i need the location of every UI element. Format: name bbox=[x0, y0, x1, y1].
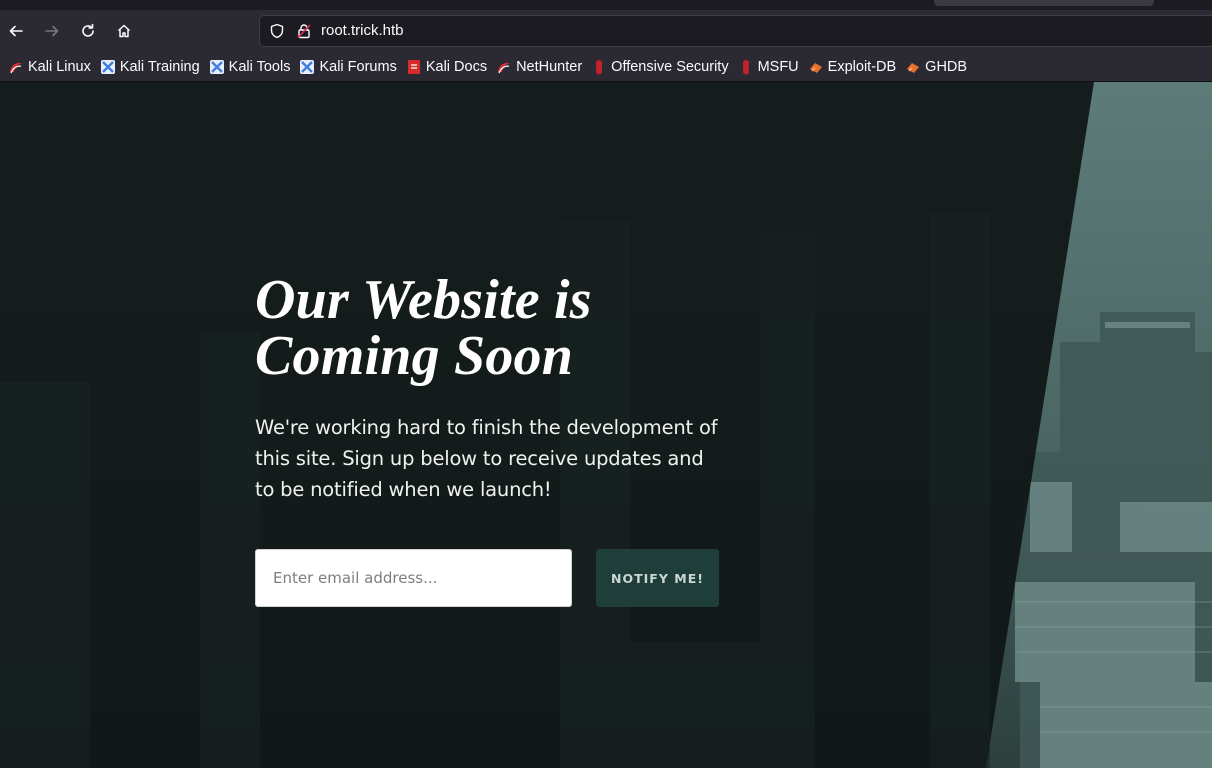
back-button[interactable] bbox=[1, 16, 31, 46]
bookmark-label: MSFU bbox=[757, 58, 799, 75]
email-input[interactable] bbox=[255, 549, 572, 607]
bookmark-exploit-db[interactable]: Exploit-DB bbox=[804, 55, 901, 79]
bookmark-kali-tools[interactable]: Kali Tools bbox=[205, 55, 295, 79]
url-bar[interactable]: root.trick.htb bbox=[259, 15, 1212, 47]
bookmark-label: Kali Tools bbox=[228, 58, 291, 75]
lock-warning-icon[interactable] bbox=[296, 23, 312, 39]
browser-toolbar: root.trick.htb bbox=[0, 10, 1212, 52]
arrow-right-icon bbox=[45, 25, 59, 37]
bookmark-label: Kali Training bbox=[119, 58, 200, 75]
kali-training-icon bbox=[100, 59, 116, 75]
bookmark-offensive-security[interactable]: Offensive Security bbox=[587, 55, 732, 79]
url-text[interactable]: root.trick.htb bbox=[321, 22, 404, 40]
ghdb-icon bbox=[905, 59, 921, 75]
hero-description: We're working hard to finish the develop… bbox=[255, 416, 718, 501]
page-title: Our Website is Coming Soon bbox=[255, 272, 735, 384]
arrow-left-icon bbox=[9, 25, 23, 37]
bookmark-label: Offensive Security bbox=[611, 58, 729, 75]
home-icon bbox=[117, 24, 131, 38]
offsec-icon bbox=[591, 59, 607, 75]
bookmark-nethunter[interactable]: NetHunter bbox=[492, 55, 586, 79]
bookmark-msfu[interactable]: MSFU bbox=[734, 55, 803, 79]
bookmark-kali-training[interactable]: Kali Training bbox=[96, 55, 204, 79]
shield-icon[interactable] bbox=[269, 23, 285, 39]
tab-strip bbox=[0, 0, 1212, 10]
kali-tools-icon bbox=[209, 59, 225, 75]
bookmark-kali-docs[interactable]: Kali Docs bbox=[402, 55, 491, 79]
tab-strip-edge bbox=[934, 0, 1154, 6]
nethunter-icon bbox=[496, 59, 512, 75]
forward-button[interactable] bbox=[37, 16, 67, 46]
hero-section: Our Website is Coming Soon We're working… bbox=[255, 272, 735, 505]
bookmark-label: GHDB bbox=[925, 58, 968, 75]
title-line-2: Coming Soon bbox=[255, 325, 574, 387]
bookmark-label: Kali Forums bbox=[319, 58, 397, 75]
home-button[interactable] bbox=[109, 16, 139, 46]
kali-forums-icon bbox=[299, 59, 315, 75]
bookmark-kali-forums[interactable]: Kali Forums bbox=[295, 55, 400, 79]
page-viewport: Our Website is Coming Soon We're working… bbox=[0, 82, 1212, 768]
bookmark-ghdb[interactable]: GHDB bbox=[901, 55, 971, 79]
title-line-1: Our Website is bbox=[255, 269, 592, 331]
reload-icon bbox=[82, 23, 94, 37]
bookmarks-toolbar: Kali Linux Kali Training Kali Tools Kali Fo… bbox=[0, 52, 1212, 82]
msfu-icon bbox=[738, 59, 754, 75]
bookmark-label: NetHunter bbox=[516, 58, 583, 75]
exploitdb-icon bbox=[808, 59, 824, 75]
bookmark-kali-linux[interactable]: Kali Linux bbox=[4, 55, 95, 79]
bookmark-label: Exploit-DB bbox=[827, 58, 897, 75]
bookmark-label: Kali Docs bbox=[425, 58, 488, 75]
kali-docs-icon bbox=[406, 59, 422, 75]
notify-me-button[interactable]: NOTIFY ME! bbox=[596, 549, 719, 607]
kali-icon bbox=[8, 59, 24, 75]
bookmark-label: Kali Linux bbox=[28, 58, 91, 75]
reload-button[interactable] bbox=[73, 16, 103, 46]
